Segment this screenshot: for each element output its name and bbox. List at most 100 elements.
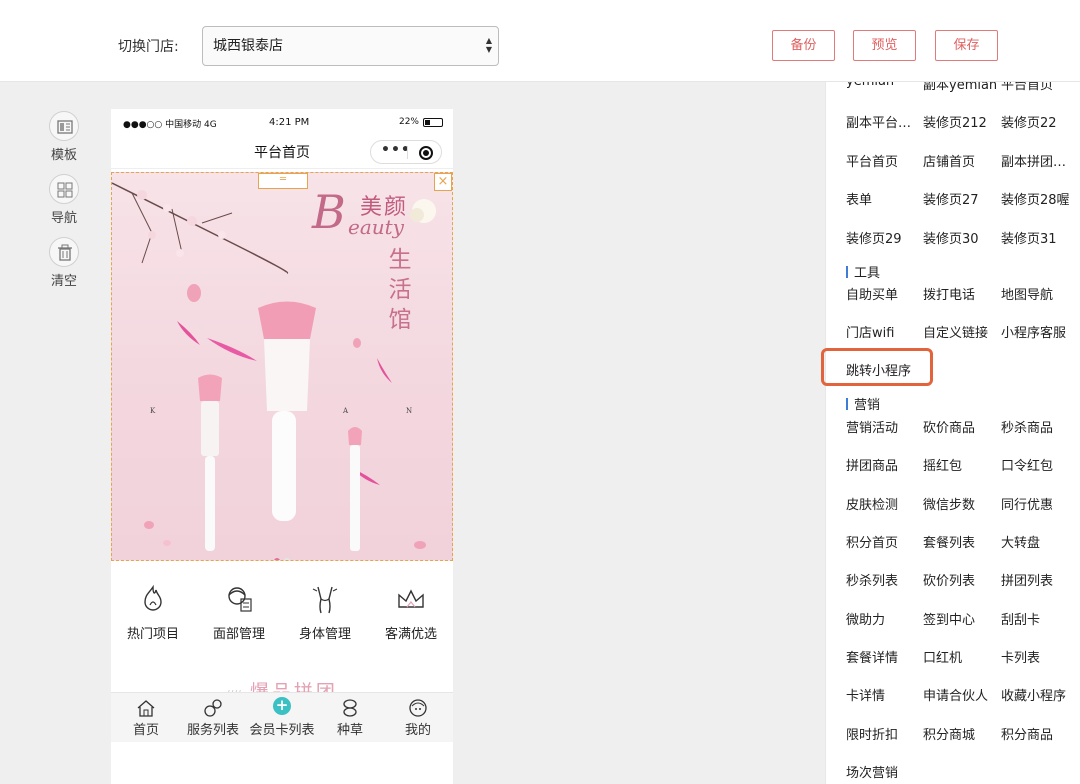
highlight-box — [821, 348, 933, 386]
brush-letter: K — [150, 407, 156, 415]
quick-entry-hot[interactable]: 热门项目 — [113, 583, 193, 642]
link-item[interactable]: 装修页27 — [923, 189, 979, 208]
quick-entry-body[interactable]: 身体管理 — [285, 583, 365, 642]
quick-entry-select[interactable]: 客满优选 — [371, 583, 451, 642]
link-item[interactable]: 副本yemian — [923, 82, 997, 93]
link-item[interactable]: 副本平台… — [846, 112, 911, 131]
tab-label: 服务列表 — [186, 723, 239, 738]
link-item[interactable]: 口红机 — [923, 647, 962, 666]
link-item[interactable]: 积分商城 — [923, 724, 975, 743]
carousel-dot-active[interactable] — [274, 558, 280, 560]
link-item[interactable]: 地图导航 — [1001, 284, 1053, 303]
tab-profile[interactable]: 我的 — [401, 697, 435, 738]
link-item[interactable]: 限时折扣 — [846, 724, 898, 743]
link-item[interactable]: 场次营销 — [846, 762, 898, 781]
quick-entry-row: 热门项目 面部管理 身体管理 客满优选 — [111, 583, 453, 663]
link-item[interactable]: 装修页28喔 — [1001, 189, 1070, 208]
link-item[interactable]: 装修页31 — [1001, 228, 1057, 247]
brush-letter: A — [343, 407, 349, 415]
battery-icon — [423, 118, 443, 127]
top-toolbar: 切换门店: 城西银泰店 ▲ ▼ 备份 预览 保存 — [0, 0, 1080, 82]
status-bar: ●●●○○ 中国移动 4G 4:21 PM 22% — [111, 109, 453, 135]
tool-clear[interactable]: 清空 — [44, 237, 84, 289]
tab-home[interactable]: 首页 — [129, 697, 163, 738]
link-item[interactable]: 平台首页 — [1001, 82, 1053, 93]
trash-icon — [49, 237, 79, 267]
link-item[interactable]: 收藏小程序 — [1001, 685, 1066, 704]
link-item[interactable]: 秒杀列表 — [846, 570, 898, 589]
link-item[interactable]: 拨打电话 — [923, 284, 975, 303]
profile-icon — [409, 699, 427, 717]
link-item[interactable]: yemian — [846, 82, 894, 89]
link-item[interactable]: 微信步数 — [923, 494, 975, 513]
link-item[interactable]: 装修页22 — [1001, 112, 1057, 131]
tool-navigation[interactable]: 导航 — [44, 174, 84, 226]
link-item[interactable]: 积分首页 — [846, 532, 898, 551]
quick-entry-label: 客满优选 — [384, 627, 437, 642]
save-button[interactable]: 保存 — [935, 30, 998, 61]
vertical-char: 馆 — [388, 307, 412, 333]
link-item[interactable]: 口令红包 — [1001, 455, 1053, 474]
link-item[interactable]: 套餐详情 — [846, 647, 898, 666]
carousel-dot[interactable] — [284, 558, 290, 560]
link-item[interactable]: 砍价商品 — [923, 417, 975, 436]
service-icon — [204, 699, 222, 717]
link-item[interactable]: 签到中心 — [923, 609, 975, 628]
link-item[interactable]: 卡列表 — [1001, 647, 1040, 666]
link-item[interactable]: 刮刮卡 — [1001, 609, 1040, 628]
group-title-tools: 工具 — [846, 262, 880, 281]
template-icon — [49, 111, 79, 141]
link-item[interactable]: 摇红包 — [923, 455, 962, 474]
store-select[interactable]: 城西银泰店 ▲ ▼ — [202, 26, 499, 66]
tab-services[interactable]: 服务列表 — [185, 697, 241, 738]
link-item[interactable]: 小程序客服 — [1001, 322, 1066, 341]
tab-label: 首页 — [132, 723, 159, 738]
link-item[interactable]: 皮肤检测 — [846, 494, 898, 513]
link-item[interactable]: 申请合伙人 — [923, 685, 988, 704]
preview-button[interactable]: 预览 — [853, 30, 916, 61]
phone-preview: ●●●○○ 中国移动 4G 4:21 PM 22% 平台首页 ••• B 美颜 … — [111, 109, 453, 784]
link-item[interactable]: 表单 — [846, 189, 872, 208]
link-item[interactable]: 积分商品 — [1001, 724, 1053, 743]
link-item[interactable]: 大转盘 — [1001, 532, 1040, 551]
close-icon[interactable]: × — [434, 173, 452, 191]
banner-component[interactable]: B 美颜 eauty 生 活 馆 K A N ═ × — [111, 172, 453, 561]
link-item[interactable]: 自助买单 — [846, 284, 898, 303]
link-item[interactable]: 秒杀商品 — [1001, 417, 1053, 436]
fire-icon — [144, 584, 162, 611]
link-item[interactable]: 装修页30 — [923, 228, 979, 247]
link-selector-panel: yemian 副本yemian 平台首页 副本平台… 装修页212 装修页22 … — [825, 82, 1080, 784]
link-item[interactable]: 副本拼团… — [1001, 151, 1066, 170]
close-program-icon[interactable] — [419, 146, 433, 160]
link-item[interactable]: 装修页29 — [846, 228, 902, 247]
carousel-dots — [272, 549, 292, 560]
tool-template[interactable]: 模板 — [44, 111, 84, 163]
link-item[interactable]: 微助力 — [846, 609, 885, 628]
link-item[interactable]: 门店wifi — [846, 322, 894, 341]
tab-grass[interactable]: 种草 — [333, 697, 367, 738]
link-item[interactable]: 砍价列表 — [923, 570, 975, 589]
link-item[interactable]: 套餐列表 — [923, 532, 975, 551]
quick-entry-face[interactable]: 面部管理 — [199, 583, 279, 642]
drag-handle-icon[interactable]: ═ — [258, 173, 308, 189]
link-item[interactable]: 同行优惠 — [1001, 494, 1053, 513]
home-icon — [137, 700, 155, 717]
tab-label: 种草 — [336, 723, 363, 738]
link-item[interactable]: 拼团商品 — [846, 455, 898, 474]
brush-letter: N — [406, 407, 413, 415]
capsule-menu[interactable]: ••• — [370, 140, 442, 164]
link-item[interactable]: 自定义链接 — [923, 322, 988, 341]
link-item[interactable]: 营销活动 — [846, 417, 898, 436]
tab-label: 会员卡列表 — [249, 723, 315, 738]
link-item[interactable]: 装修页212 — [923, 112, 987, 131]
tab-member-cards[interactable]: + 会员卡列表 — [247, 697, 317, 739]
group-title-text: 工具 — [854, 266, 881, 281]
link-item[interactable]: 店铺首页 — [923, 151, 975, 170]
vertical-char: 生 — [388, 247, 412, 273]
link-item[interactable]: 拼团列表 — [1001, 570, 1053, 589]
link-item[interactable]: 平台首页 — [846, 151, 898, 170]
plus-icon: + — [273, 697, 291, 715]
link-item[interactable]: 卡详情 — [846, 685, 885, 704]
backup-button[interactable]: 备份 — [772, 30, 835, 61]
grid-nav-icon — [49, 174, 79, 204]
